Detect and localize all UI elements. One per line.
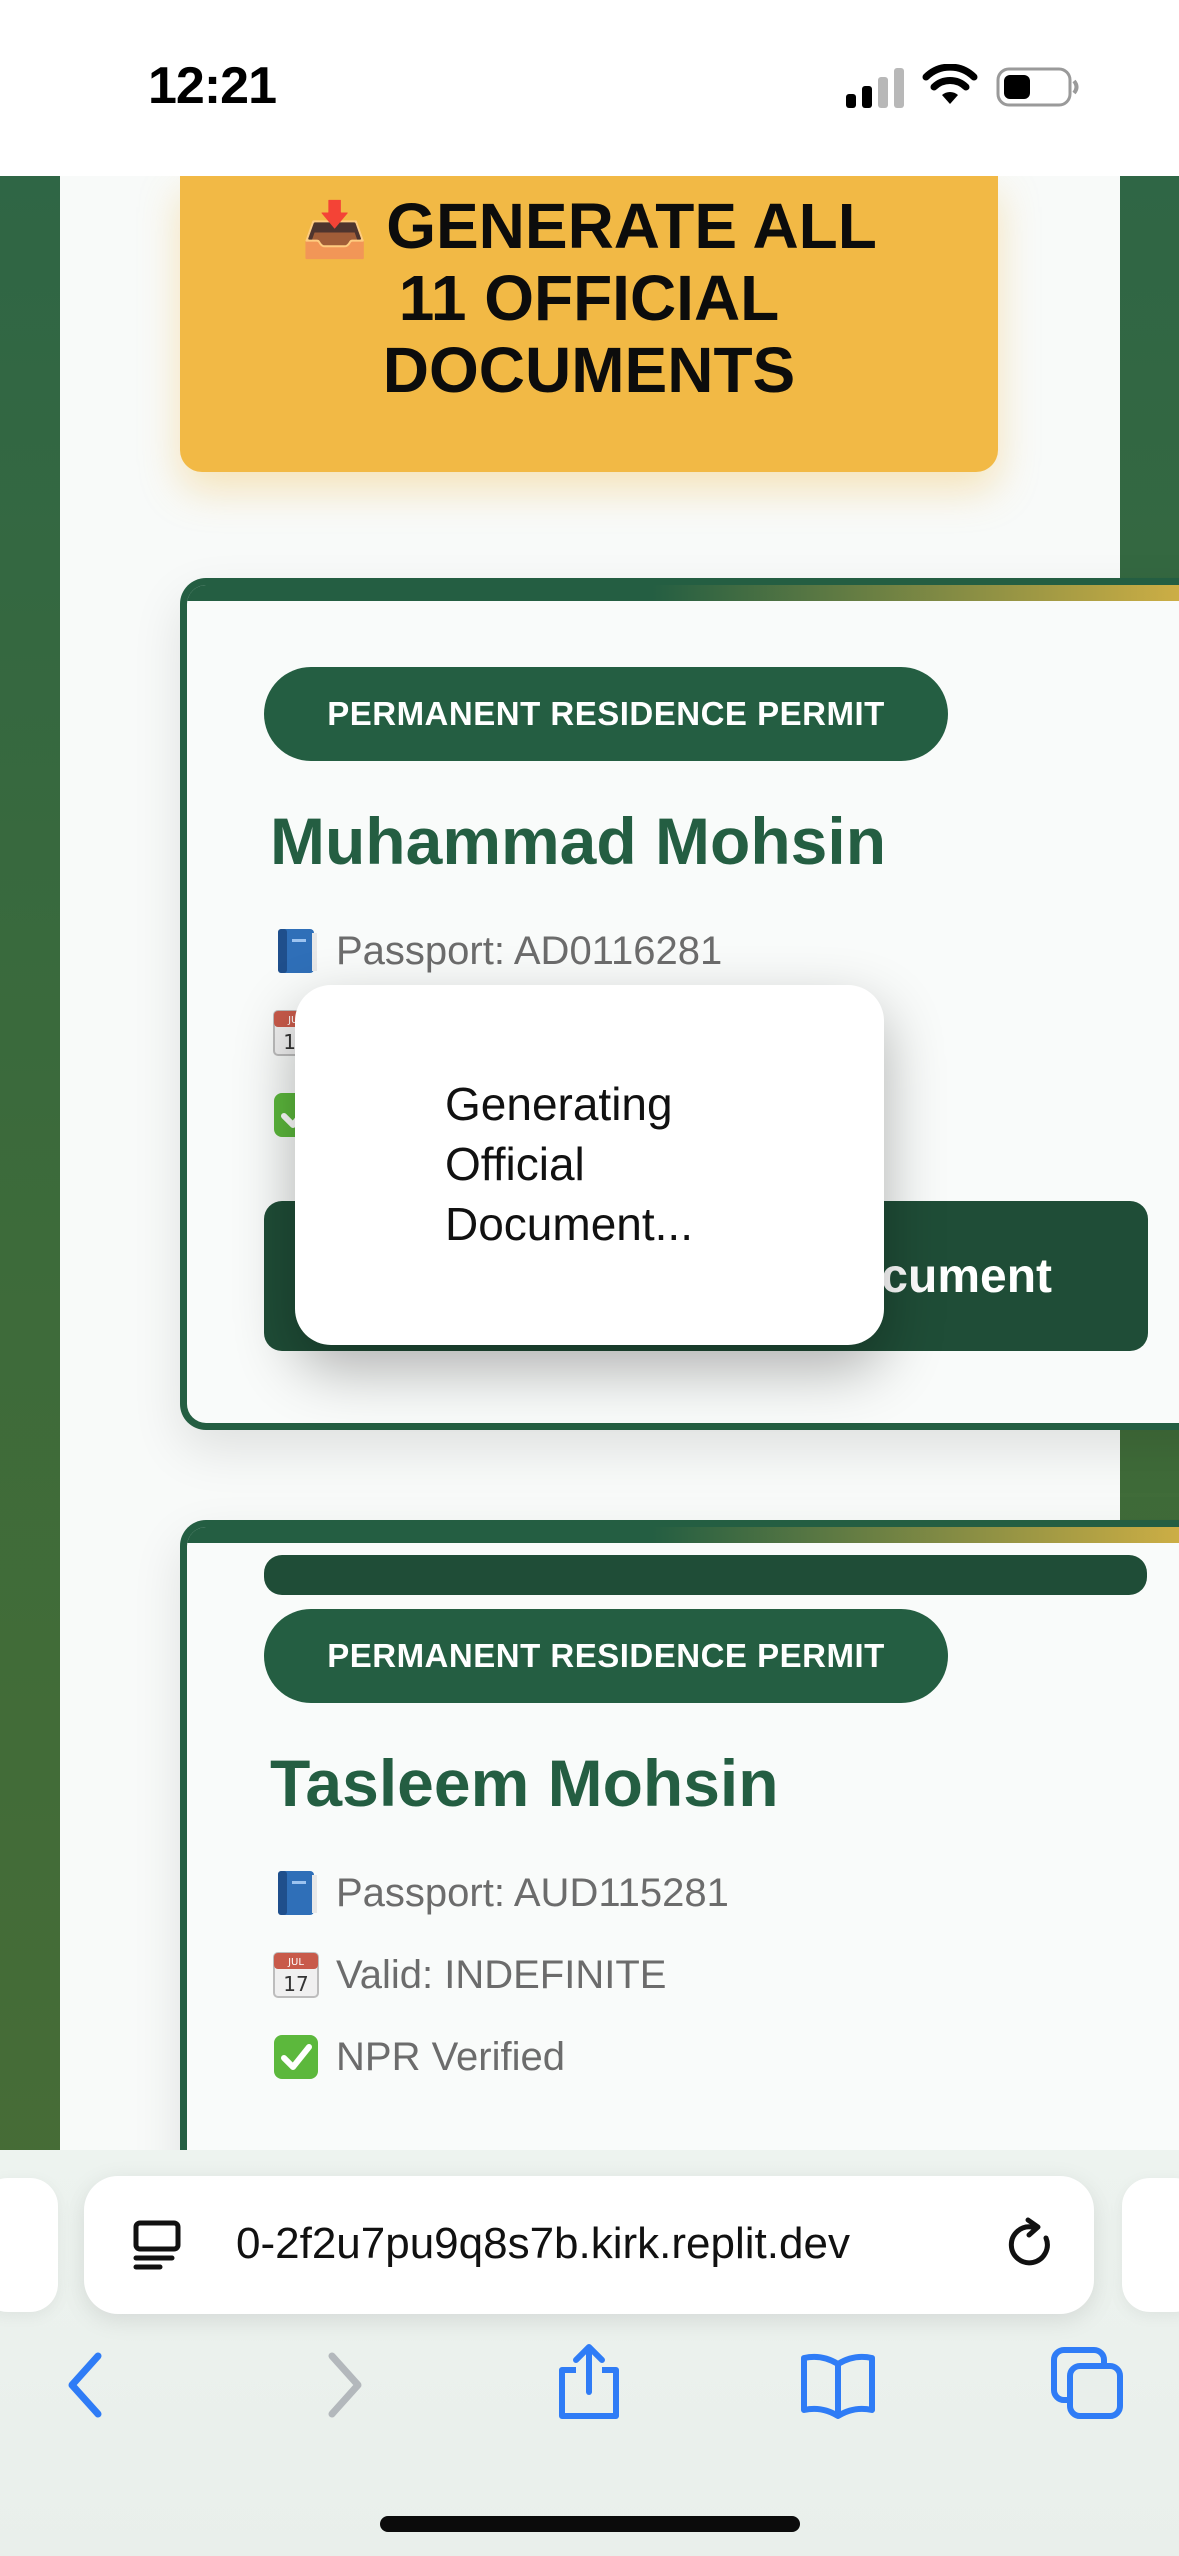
- svg-text:JUL: JUL: [287, 1957, 304, 1968]
- page-menu-icon[interactable]: [132, 2220, 186, 2270]
- tabs-icon[interactable]: [1050, 2346, 1124, 2420]
- status-time: 12:21: [148, 57, 277, 115]
- inbox-tray-icon: 📥: [301, 200, 369, 261]
- previous-tab-preview[interactable]: [0, 2178, 58, 2312]
- next-tab-preview[interactable]: [1122, 2178, 1179, 2312]
- check-mark-button-icon: [274, 2035, 318, 2079]
- status-bar: 12:21: [0, 0, 1179, 176]
- validity-row: JUL 17 Valid: INDEFINITE: [270, 1945, 666, 2005]
- validity-text: Valid: INDEFINITE: [336, 1952, 667, 1997]
- back-icon[interactable]: [62, 2350, 112, 2420]
- cellular-signal-icon: [846, 68, 904, 108]
- generate-button-content: 📥 GENERATE ALL 11 OFFICIAL DOCUMENTS: [289, 191, 889, 406]
- generate-document-button[interactable]: [264, 1555, 1147, 1595]
- holder-name: Tasleem Mohsin: [270, 1746, 779, 1820]
- loading-popup: Generating Official Document...: [295, 985, 884, 1345]
- wifi-icon: [922, 64, 978, 104]
- passport-row: Passport: AD0116281: [270, 921, 722, 981]
- loading-message: Generating Official Document...: [445, 1078, 693, 1250]
- permit-type-badge: PERMANENT RESIDENCE PERMIT: [264, 1609, 948, 1703]
- verified-row: NPR Verified: [270, 2027, 565, 2087]
- share-icon[interactable]: [554, 2342, 624, 2422]
- permit-type-badge: PERMANENT RESIDENCE PERMIT: [264, 667, 948, 761]
- battery-icon: [996, 67, 1079, 107]
- passport-number: Passport: AUD115281: [336, 1870, 729, 1915]
- forward-icon[interactable]: [318, 2350, 368, 2420]
- verified-text: NPR Verified: [336, 2034, 565, 2079]
- card-accent-bar: [187, 1527, 1179, 1543]
- bookmarks-icon[interactable]: [798, 2350, 878, 2420]
- calendar-icon: JUL 17: [273, 1952, 319, 1998]
- blue-book-icon: [278, 929, 317, 973]
- passport-number: Passport: AD0116281: [336, 928, 723, 973]
- home-indicator[interactable]: [380, 2516, 800, 2532]
- url-text[interactable]: 0-2f2u7pu9q8s7b.kirk.replit.dev: [236, 2214, 1036, 2274]
- reload-icon[interactable]: [1002, 2216, 1060, 2274]
- generate-all-documents-button[interactable]: 📥 GENERATE ALL 11 OFFICIAL DOCUMENTS: [180, 176, 998, 472]
- blue-book-icon: [278, 1871, 317, 1915]
- generate-button-label: GENERATE ALL 11 OFFICIAL DOCUMENTS: [382, 190, 877, 406]
- card-accent-bar: [187, 585, 1179, 601]
- passport-row: Passport: AUD115281: [270, 1863, 729, 1923]
- holder-name: Muhammad Mohsin: [270, 804, 887, 878]
- svg-text:17: 17: [283, 1972, 308, 1996]
- address-bar[interactable]: 0-2f2u7pu9q8s7b.kirk.replit.dev: [84, 2176, 1094, 2314]
